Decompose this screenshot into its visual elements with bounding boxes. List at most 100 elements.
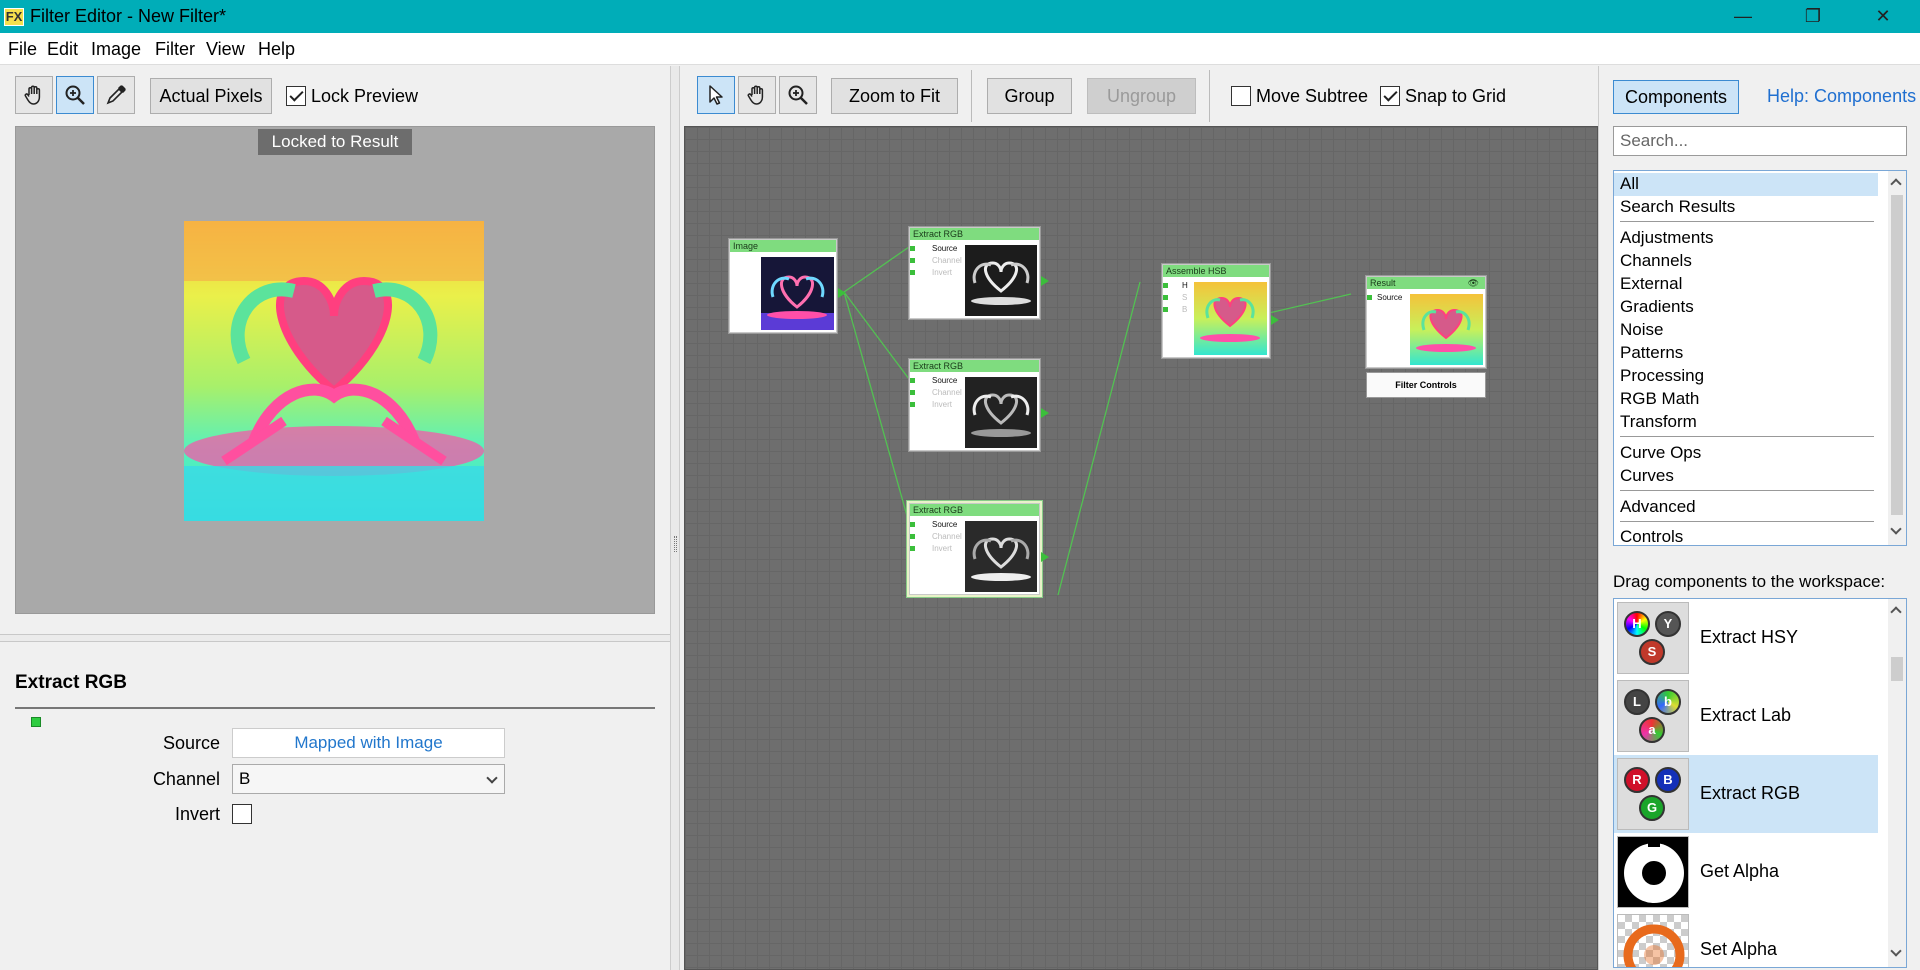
category-rgb-math[interactable]: RGB Math [1614,388,1878,411]
node-extract-rgb-3[interactable]: Extract RGB Source Channel Invert [909,503,1049,595]
actual-pixels-button[interactable]: Actual Pixels [150,78,272,114]
input-pin[interactable] [1163,283,1168,288]
category-list[interactable]: All Search Results Adjustments Channels … [1613,170,1907,546]
group-button[interactable]: Group [987,78,1072,114]
output-port[interactable] [1041,276,1049,286]
category-channels[interactable]: Channels [1614,250,1878,273]
scrollbar-thumb[interactable] [1891,195,1903,515]
extract-lab-icon: L b a [1617,680,1689,752]
components-tab[interactable]: Components [1613,80,1739,114]
toolbar-divider [1209,70,1210,122]
properties-splitter[interactable] [0,634,670,642]
input-pin[interactable] [910,270,915,275]
move-subtree-checkbox[interactable] [1231,86,1251,106]
preview-canvas[interactable]: Locked to Result [15,126,655,614]
invert-checkbox[interactable] [232,804,252,824]
menu-bar: File Edit Image Filter View Help [0,33,1920,65]
input-pin[interactable] [1367,295,1372,300]
source-field[interactable]: Mapped with Image [232,728,505,758]
component-list[interactable]: H Y S Extract HSY L b a Extract Lab R B … [1613,598,1907,968]
menu-view[interactable]: View [206,39,245,60]
output-port[interactable] [1271,315,1279,325]
eye-icon[interactable]: 👁 [1468,277,1479,289]
component-set-alpha[interactable]: Set Alpha [1614,911,1878,967]
eyedropper-tool-button[interactable] [97,76,135,114]
component-extract-hsy[interactable]: H Y S Extract HSY [1614,599,1878,677]
component-scrollbar[interactable] [1888,599,1906,967]
input-pin[interactable] [1163,307,1168,312]
category-scrollbar[interactable] [1888,171,1906,545]
category-adjustments[interactable]: Adjustments [1614,227,1878,250]
zoom-to-fit-button[interactable]: Zoom to Fit [831,78,958,114]
component-extract-lab[interactable]: L b a Extract Lab [1614,677,1878,755]
menu-image[interactable]: Image [91,39,141,60]
input-pin[interactable] [910,402,915,407]
node-extract-rgb-1[interactable]: Extract RGB Source Channel Invert [909,227,1049,319]
menu-edit[interactable]: Edit [47,39,78,60]
set-alpha-icon [1617,914,1689,967]
input-pin[interactable] [910,546,915,551]
node-extract-rgb-2[interactable]: Extract RGB Source Channel Invert [909,359,1049,451]
category-processing[interactable]: Processing [1614,365,1878,388]
category-separator [1620,490,1874,491]
menu-filter[interactable]: Filter [155,39,195,60]
input-pin[interactable] [910,534,915,539]
extract-hsy-icon: H Y S [1617,602,1689,674]
input-pin[interactable] [910,522,915,527]
workspace-pan-tool-button[interactable] [738,76,776,114]
chevron-down-icon[interactable] [1890,945,1902,957]
node-header: Result 👁 [1367,277,1485,289]
category-patterns[interactable]: Patterns [1614,342,1878,365]
workspace-zoom-tool-button[interactable] [779,76,817,114]
node-thumbnail [761,257,834,330]
node-thumbnail [1410,294,1483,365]
input-pin[interactable] [910,258,915,263]
category-curve-ops[interactable]: Curve Ops [1614,442,1878,465]
output-port[interactable] [1041,408,1049,418]
node-thumbnail [1194,282,1267,355]
input-pin[interactable] [910,390,915,395]
output-port[interactable] [838,288,846,298]
help-components-link[interactable]: Help: Components [1767,86,1916,107]
category-external[interactable]: External [1614,273,1878,296]
filter-controls-button[interactable]: Filter Controls [1366,372,1486,398]
restore-button[interactable]: ❐ [1790,0,1836,33]
category-search-results[interactable]: Search Results [1614,196,1878,219]
chevron-down-icon[interactable] [1890,523,1902,535]
ungroup-button[interactable]: Ungroup [1087,78,1196,114]
snap-to-grid-checkbox[interactable] [1380,86,1400,106]
pan-tool-button[interactable] [15,76,53,114]
node-assemble-hsb[interactable]: Assemble HSB H S B [1162,264,1279,358]
menu-file[interactable]: File [8,39,37,60]
zoom-tool-button[interactable] [56,76,94,114]
node-image[interactable]: Image [729,239,846,333]
input-pin[interactable] [1163,295,1168,300]
chevron-up-icon[interactable] [1890,178,1902,190]
channel-select[interactable]: B [232,764,505,794]
scrollbar-thumb[interactable] [1891,657,1903,681]
app-icon: FX [4,8,24,26]
category-all[interactable]: All [1614,173,1878,196]
component-extract-rgb[interactable]: R B G Extract RGB [1614,755,1878,833]
category-noise[interactable]: Noise [1614,319,1878,342]
node-title: Result [1370,278,1396,288]
category-transform[interactable]: Transform [1614,411,1878,434]
node-result[interactable]: Result 👁 Source [1366,276,1486,368]
search-input[interactable]: Search... [1613,126,1907,156]
category-gradients[interactable]: Gradients [1614,296,1878,319]
node-workspace[interactable]: Image Extract RGB Source Channel Invert … [684,126,1598,970]
output-port[interactable] [1041,552,1049,562]
close-button[interactable]: ✕ [1860,0,1906,33]
input-pin[interactable] [910,378,915,383]
lock-preview-checkbox[interactable] [286,86,306,106]
panel-splitter[interactable] [670,66,680,970]
category-advanced[interactable]: Advanced [1614,496,1878,519]
minimize-button[interactable]: — [1720,0,1766,33]
category-curves[interactable]: Curves [1614,465,1878,488]
select-tool-button[interactable] [697,76,735,114]
chevron-up-icon[interactable] [1890,606,1902,618]
menu-help[interactable]: Help [258,39,295,60]
input-pin[interactable] [910,246,915,251]
category-controls[interactable]: Controls [1614,526,1878,545]
component-get-alpha[interactable]: Get Alpha [1614,833,1878,911]
